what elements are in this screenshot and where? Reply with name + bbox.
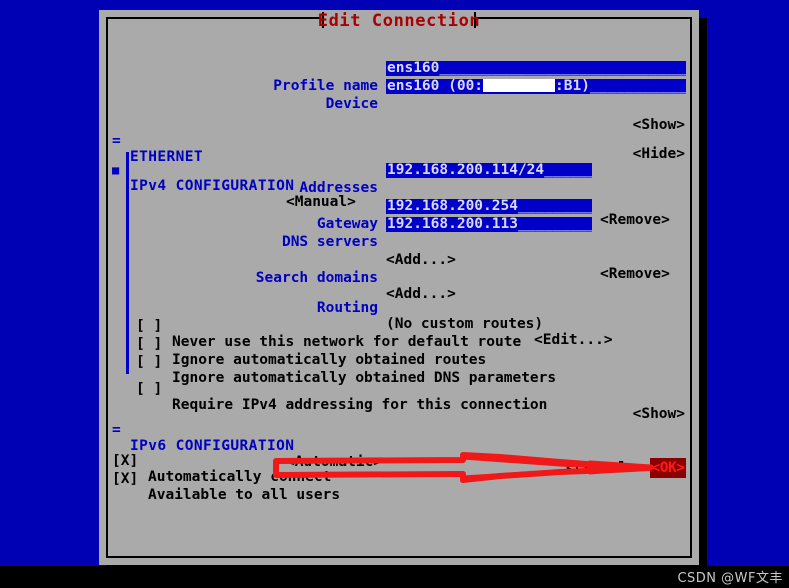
row-ipv4-section: ■ IPv4 CONFIGURATION <Manual> <Hide>: [110, 146, 688, 210]
device-label: Device: [325, 96, 378, 112]
row-never-default-route: [ ] Never use this network for default r…: [110, 302, 688, 350]
require-ipv4-checkbox[interactable]: [ ]: [136, 381, 162, 397]
page-title: Edit Connection: [317, 11, 481, 31]
row-ipv4-addresses-add: <Add...>: [110, 182, 688, 214]
dns-servers-padding: _________: [517, 217, 592, 232]
row-profile-name: Profile name ens160_____________________…: [110, 61, 688, 94]
profile-name-input[interactable]: ens160__________________________________…: [386, 61, 686, 76]
row-ipv4-addresses: Addresses 192.168.200.114/24______ <Remo…: [110, 163, 688, 228]
ethernet-show-toggle[interactable]: <Show>: [633, 117, 685, 133]
gateway-value: 192.168.200.254: [387, 199, 518, 214]
row-ethernet-section: = ETHERNET <Show>: [110, 117, 688, 165]
addresses-value: 192.168.200.114/24: [387, 163, 545, 178]
row-device: Device ens160 (00: :B1)______________: [110, 79, 688, 112]
row-ipv4-dns-servers: DNS servers 192.168.200.113_________ <Re…: [110, 217, 688, 282]
profile-name-value: ens160: [387, 61, 440, 76]
gateway-padding: _________: [517, 199, 592, 214]
dns-servers-input[interactable]: 192.168.200.113_________: [386, 217, 592, 232]
ipv6-expand-marker-icon[interactable]: =: [112, 422, 121, 438]
cancel-button[interactable]: <Cancel>: [566, 460, 636, 476]
row-ipv6-section: = IPv6 CONFIGURATION <Automatic> <Show>: [110, 406, 688, 470]
row-ipv4-gateway: Gateway 192.168.200.254_________: [110, 199, 688, 232]
watermark: CSDN @WF文丰: [677, 571, 783, 586]
ok-button[interactable]: <OK>: [650, 458, 686, 478]
device-input[interactable]: ens160 (00: :B1)______________: [386, 79, 686, 94]
device-value-prefix: ens160 (00:: [387, 79, 484, 94]
dialog-content: Profile name ens160_____________________…: [110, 34, 688, 556]
addresses-padding: ______: [544, 163, 592, 178]
row-ipv4-dns-add: <Add...>: [110, 236, 688, 268]
row-ignore-routes: [ ] Ignore automatically obtained routes: [110, 320, 688, 368]
row-automatically-connect: [X] Automatically connect: [110, 437, 688, 485]
mac-address-redaction: [483, 79, 556, 92]
device-value-suffix: :B1): [555, 79, 590, 94]
row-ipv4-routing: Routing (No custom routes) <Edit...>: [110, 284, 688, 348]
ipv4-hide-toggle[interactable]: <Hide>: [633, 146, 685, 162]
gateway-input[interactable]: 192.168.200.254_________: [386, 199, 592, 214]
available-all-users-label: Available to all users: [148, 487, 341, 503]
addresses-input[interactable]: 192.168.200.114/24______: [386, 163, 592, 178]
automatically-connect-label: Automatically connect: [148, 469, 332, 485]
ipv6-show-toggle[interactable]: <Show>: [633, 406, 685, 422]
terminal-bottom-bar: [0, 566, 789, 588]
dns-servers-value: 192.168.200.113: [387, 217, 518, 232]
profile-name-padding: ______________________________________: [439, 61, 686, 76]
device-padding: ______________: [589, 79, 686, 94]
available-all-users-checkbox[interactable]: [X]: [112, 471, 138, 487]
edit-connection-dialog: Edit Connection Profile name ens160_____…: [99, 10, 699, 565]
row-ignore-dns: [ ] Ignore automatically obtained DNS pa…: [110, 338, 688, 386]
row-require-ipv4: [ ] Require IPv4 addressing for this con…: [110, 365, 688, 413]
row-ipv4-search-domains: Search domains <Add...>: [110, 254, 688, 302]
